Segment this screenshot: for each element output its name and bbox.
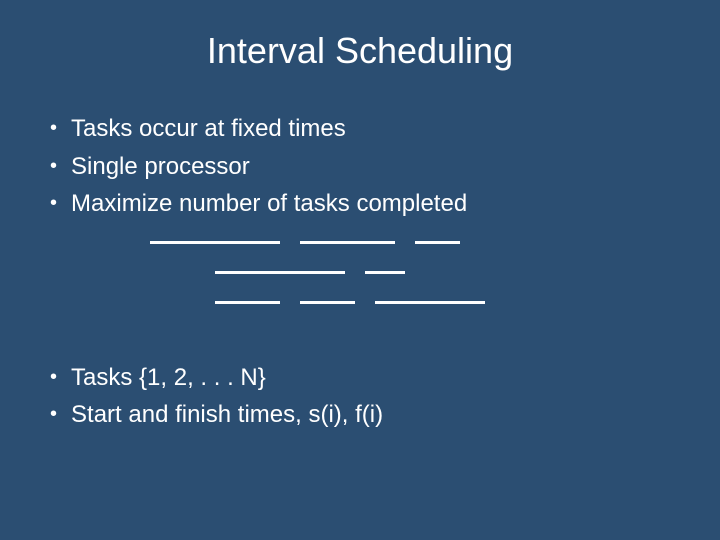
bullet-text: Maximize number of tasks completed [71,187,467,221]
bullet-text: Tasks {1, 2, . . . N} [71,361,266,395]
bullet-item: • Maximize number of tasks completed [50,187,680,221]
interval-diagram [120,241,540,331]
bullet-text: Tasks occur at fixed times [71,112,346,146]
interval-line [300,301,355,304]
bullet-marker-icon: • [50,361,57,393]
interval-line [375,301,485,304]
interval-line [365,271,405,274]
interval-line [300,241,395,244]
bullet-marker-icon: • [50,150,57,182]
bullet-marker-icon: • [50,398,57,430]
slide-title: Interval Scheduling [40,30,680,72]
bullet-marker-icon: • [50,187,57,219]
bullet-list-top: • Tasks occur at fixed times • Single pr… [40,112,680,221]
interval-line [215,271,345,274]
interval-line [415,241,460,244]
bullet-item: • Single processor [50,150,680,184]
bullet-item: • Tasks {1, 2, . . . N} [50,361,680,395]
bullet-item: • Start and finish times, s(i), f(i) [50,398,680,432]
slide: Interval Scheduling • Tasks occur at fix… [0,0,720,540]
bullet-marker-icon: • [50,112,57,144]
interval-line [215,301,280,304]
bullet-list-bottom: • Tasks {1, 2, . . . N} • Start and fini… [40,361,680,432]
bullet-text: Single processor [71,150,250,184]
bullet-text: Start and finish times, s(i), f(i) [71,398,383,432]
bullet-item: • Tasks occur at fixed times [50,112,680,146]
interval-line [150,241,280,244]
